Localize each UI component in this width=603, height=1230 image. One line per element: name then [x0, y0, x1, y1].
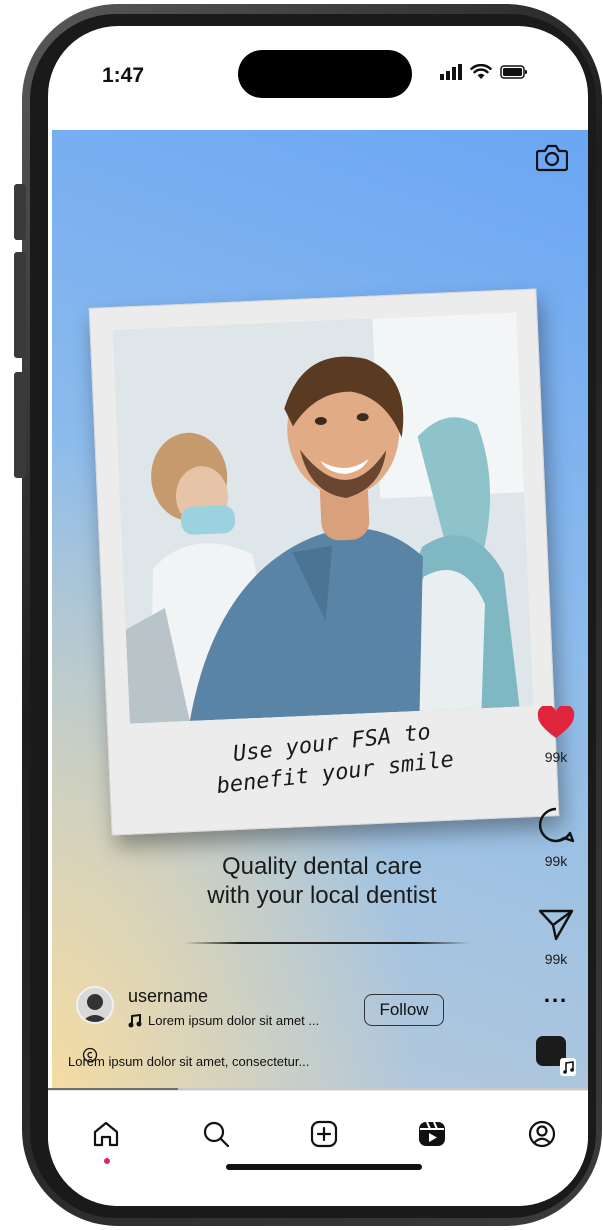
- send-icon[interactable]: [538, 908, 574, 942]
- caption-line1: Quality dental care: [221, 853, 423, 880]
- caption-divider: [184, 942, 470, 944]
- share-count: 99k: [544, 951, 568, 967]
- phone-screen: 1:47 Use your FSA to benefit your smile …: [48, 26, 588, 1206]
- signal-icon: [440, 64, 462, 80]
- reel-content[interactable]: Use your FSA to benefit your smile Quali…: [52, 130, 588, 1090]
- avatar-icon: [81, 994, 109, 1022]
- nav-create[interactable]: [304, 1114, 344, 1154]
- profile-icon[interactable]: [527, 1119, 557, 1149]
- battery-icon: [500, 65, 527, 79]
- dynamic-island: [238, 50, 412, 98]
- nav-profile[interactable]: [522, 1114, 562, 1154]
- like-count: 99k: [544, 749, 568, 765]
- music-line[interactable]: Lorem ipsum dolor sit amet ...: [128, 1013, 319, 1028]
- heart-icon[interactable]: [537, 704, 575, 740]
- share-action[interactable]: 99k: [526, 908, 586, 967]
- volume-down-button: [14, 372, 26, 478]
- music-title: Lorem ipsum dolor sit amet ...: [148, 1013, 320, 1028]
- music-note-icon: [128, 1013, 142, 1027]
- patient-illustration: [112, 312, 534, 724]
- comment-icon[interactable]: [537, 806, 575, 844]
- avatar[interactable]: [76, 986, 114, 1024]
- post-caption-overlay: Quality dental care with your local dent…: [152, 852, 492, 910]
- home-icon[interactable]: [91, 1119, 121, 1149]
- search-icon[interactable]: [201, 1119, 231, 1149]
- volume-up-button: [14, 252, 26, 358]
- plus-square-icon[interactable]: [309, 1119, 339, 1149]
- follow-button[interactable]: Follow: [364, 994, 444, 1026]
- like-action[interactable]: 99k: [526, 704, 586, 765]
- reels-icon[interactable]: [417, 1119, 447, 1149]
- status-time: 1:47: [102, 64, 145, 87]
- post-description[interactable]: Lorem ipsum dolor sit amet, consectetur.…: [68, 1054, 309, 1069]
- username[interactable]: username: [128, 986, 208, 1007]
- home-indicator[interactable]: [226, 1164, 422, 1170]
- dentist-photo: [112, 312, 534, 724]
- nav-home[interactable]: [86, 1114, 126, 1154]
- comment-count: 99k: [544, 853, 568, 869]
- audio-thumbnail-icon[interactable]: [534, 1034, 578, 1078]
- wifi-icon: [470, 64, 492, 79]
- polaroid-image: Use your FSA to benefit your smile: [88, 288, 560, 836]
- caption-line2: with your local dentist: [207, 882, 437, 909]
- nav-reels[interactable]: [412, 1114, 452, 1154]
- more-icon[interactable]: ...: [526, 982, 586, 1008]
- nav-active-dot: [104, 1158, 110, 1164]
- status-icons: [440, 64, 528, 80]
- camera-icon[interactable]: [536, 142, 568, 172]
- silent-switch: [14, 184, 26, 240]
- comment-action[interactable]: 99k: [526, 806, 586, 869]
- nav-search[interactable]: [196, 1114, 236, 1154]
